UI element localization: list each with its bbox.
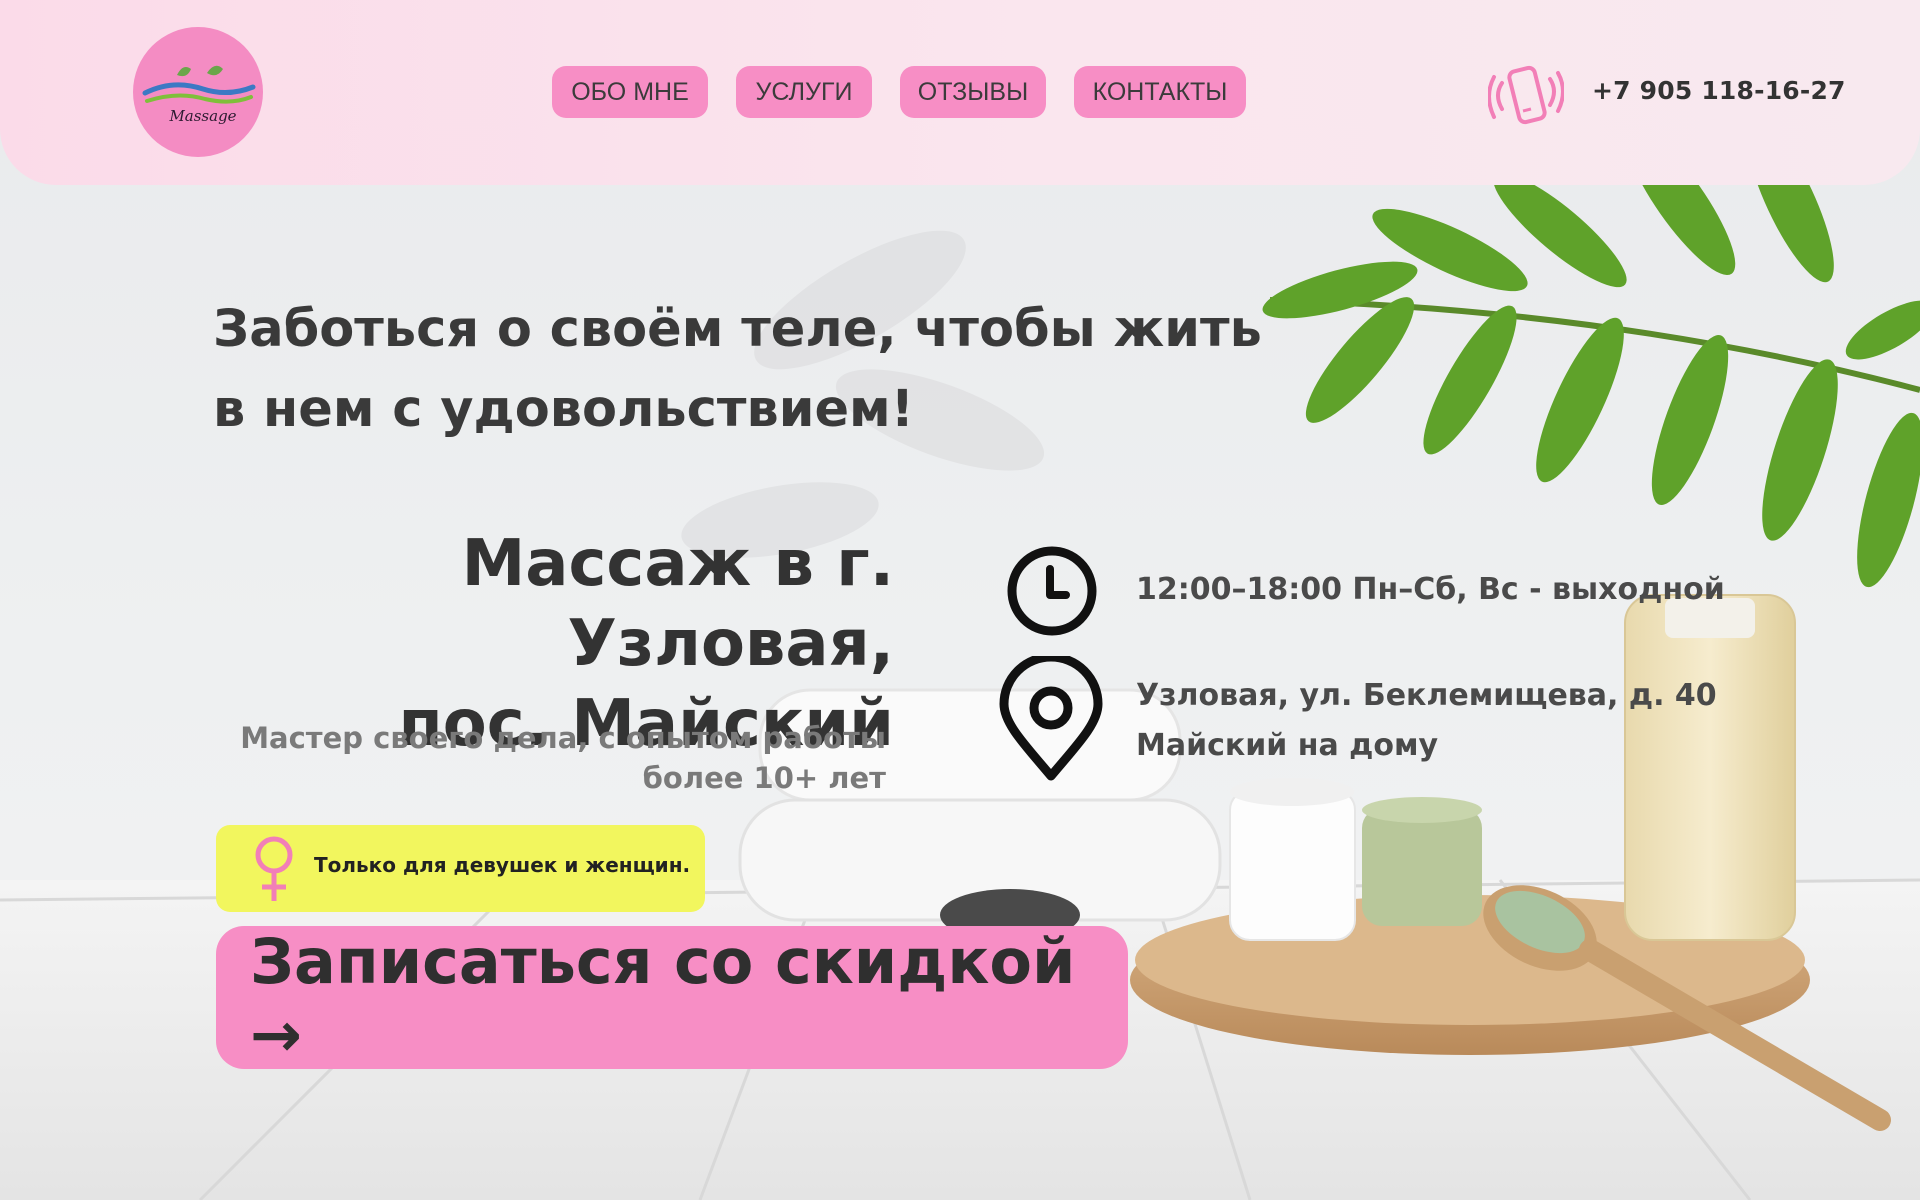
subtitle-line-1: Мастер своего дела, с опытом работы [240, 721, 886, 755]
logo-text: Massage [169, 107, 237, 125]
site-header: Massage ОБО МНЕ УСЛУГИ ОТЗЫВЫ КОНТАКТЫ +… [0, 0, 1920, 185]
phone-ringing-icon[interactable] [1488, 63, 1564, 129]
location-pin-icon [999, 656, 1103, 781]
working-hours: 12:00–18:00 Пн–Сб, Вс - выходной [1136, 572, 1725, 607]
address-line-1: Узловая, ул. Беклемищева, д. 40 [1136, 678, 1717, 713]
phone-number[interactable]: +7 905 118-16-27 [1592, 76, 1846, 105]
tagline-line-2: в нем с удовольствием! [213, 380, 915, 439]
nav-about-button[interactable]: ОБО МНЕ [552, 66, 708, 118]
massage-logo-icon [142, 65, 256, 104]
nav-contacts-button[interactable]: КОНТАКТЫ [1074, 66, 1246, 118]
badge-text: Только для девушек и женщин. [314, 853, 691, 877]
address-line-2: Майский на дому [1136, 728, 1439, 763]
women-only-badge: Только для девушек и женщин. [216, 825, 705, 912]
nav-reviews-button[interactable]: ОТЗЫВЫ [900, 66, 1046, 118]
female-symbol-icon [255, 836, 293, 901]
address: Узловая, ул. Беклемищева, д. 40 Майский … [1136, 671, 1717, 771]
logo[interactable]: Massage [133, 27, 263, 157]
hero-subtitle: Мастер своего дела, с опытом работы боле… [200, 718, 886, 798]
hero-tagline: Заботься о своём теле, чтобы жить в нем … [213, 290, 1293, 450]
tagline-line-1: Заботься о своём теле, чтобы жить [213, 300, 1262, 359]
book-discount-button[interactable]: Записаться со скидкой → [216, 925, 1128, 1071]
nav-services-button[interactable]: УСЛУГИ [736, 66, 872, 118]
title-line-1: Массаж в г. Узловая, [461, 527, 894, 681]
subtitle-line-2: более 10+ лет [642, 761, 886, 795]
clock-icon [1007, 546, 1097, 636]
